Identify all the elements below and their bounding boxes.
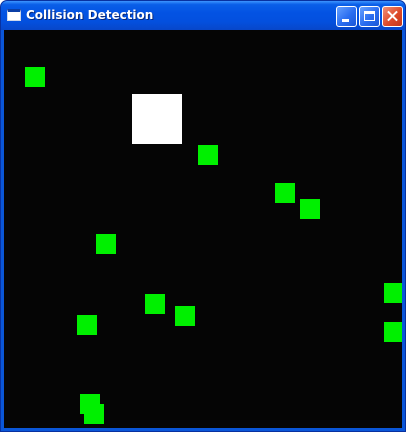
food-square [96,234,116,254]
title-bar[interactable]: Collision Detection [1,1,405,30]
food-square [384,322,402,342]
food-square [384,283,402,303]
close-button[interactable] [382,6,403,27]
game-canvas[interactable] [4,30,402,428]
player-square [132,94,182,144]
minimize-icon [342,19,349,22]
food-square [275,183,295,203]
food-square [84,404,104,424]
close-icon [383,7,402,26]
food-square [198,145,218,165]
app-window: Collision Detection [0,0,406,432]
food-square [145,294,165,314]
maximize-icon [364,11,375,21]
food-square [175,306,195,326]
maximize-button[interactable] [359,6,380,27]
window-icon [7,9,21,21]
minimize-button[interactable] [336,6,357,27]
food-square [300,199,320,219]
food-square [77,315,97,335]
food-square [25,67,45,87]
window-title: Collision Detection [26,8,154,22]
